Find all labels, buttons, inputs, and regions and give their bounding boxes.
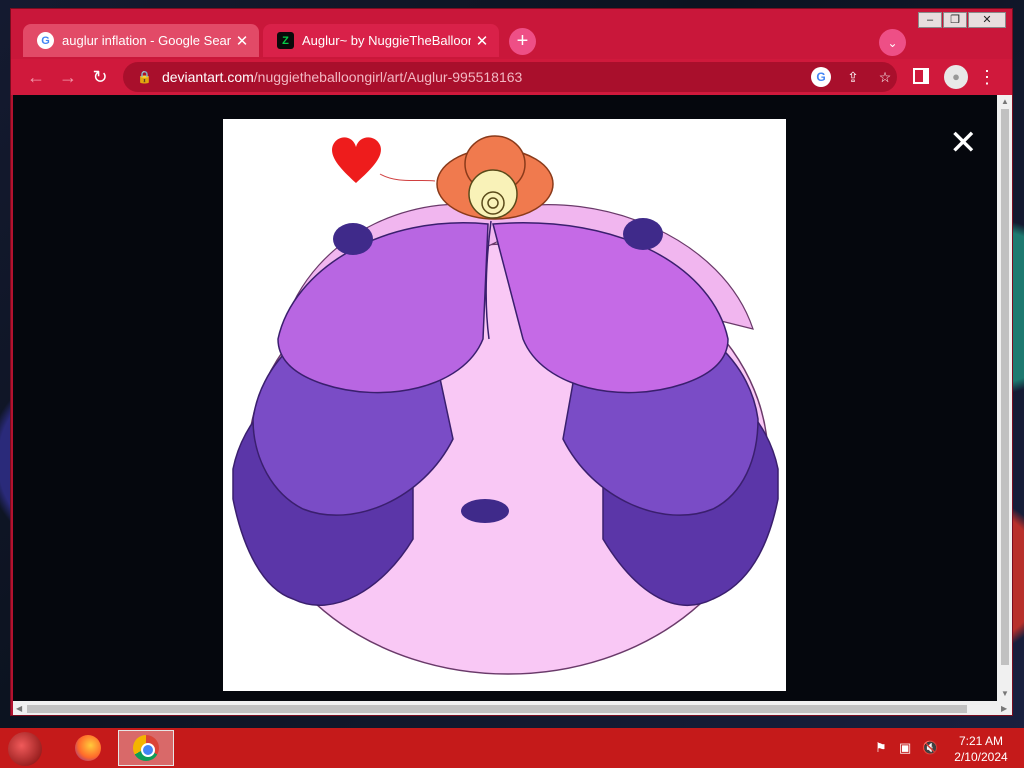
forward-button[interactable]: →	[55, 64, 81, 90]
firefox-taskbar-button[interactable]	[60, 730, 116, 766]
maximize-button[interactable]: ❐	[943, 12, 967, 28]
scroll-up-icon[interactable]: ▲	[1001, 97, 1009, 106]
browser-window: G auglur inflation - Google Search ✕ Z A…	[10, 8, 1013, 716]
horizontal-scroll-thumb[interactable]	[27, 705, 967, 713]
vertical-scroll-thumb[interactable]	[1001, 109, 1009, 665]
start-button[interactable]	[8, 732, 42, 766]
back-button[interactable]: ←	[23, 64, 49, 90]
url-path: /nuggietheballoongirl/art/Auglur-9955181…	[253, 69, 523, 85]
clock-time: 7:21 AM	[958, 734, 1004, 748]
close-window-button[interactable]: ✕	[968, 12, 1006, 28]
browser-toolbar: ← → ↻ 🔒 deviantart.com/nuggietheballoong…	[11, 59, 1012, 95]
chrome-icon	[133, 735, 159, 761]
taskbar-clock[interactable]: 7:21 AM 2/10/2024	[948, 733, 1014, 765]
clock-date: 2/10/2024	[954, 750, 1008, 764]
close-viewer-icon[interactable]: ✕	[949, 126, 978, 160]
browser-menu-icon[interactable]: ⋮	[977, 64, 997, 90]
tab-search-button[interactable]: ⌄	[879, 29, 906, 56]
google-icon: G	[37, 32, 54, 49]
deviantart-icon: Z	[277, 32, 294, 49]
scroll-down-icon[interactable]: ▼	[1001, 689, 1009, 698]
tab-deviantart[interactable]: Z Auglur~ by NuggieTheBalloonGi ✕	[263, 24, 499, 57]
tab-google-search[interactable]: G auglur inflation - Google Search ✕	[23, 24, 259, 57]
artwork-image	[223, 119, 786, 691]
vertical-scrollbar[interactable]: ▲ ▼	[997, 95, 1012, 701]
horizontal-scrollbar[interactable]: ◀ ▶	[13, 701, 1012, 715]
scroll-left-icon[interactable]: ◀	[16, 704, 22, 713]
tab-title: Auglur~ by NuggieTheBalloonGi	[302, 33, 471, 48]
action-center-flag-icon[interactable]: ⚑	[875, 740, 887, 756]
tab-strip: G auglur inflation - Google Search ✕ Z A…	[11, 9, 1012, 65]
minimize-button[interactable]: –	[918, 12, 942, 28]
network-icon[interactable]: ▣	[899, 740, 911, 756]
tab-title: auglur inflation - Google Search	[62, 33, 231, 48]
address-bar[interactable]: 🔒 deviantart.com/nuggietheballoongirl/ar…	[123, 62, 897, 92]
volume-muted-icon[interactable]: 🔇	[922, 740, 938, 756]
image-viewer: ✕	[13, 95, 997, 701]
side-panel-icon[interactable]	[913, 68, 929, 84]
auglur-illustration	[232, 135, 779, 675]
new-tab-button[interactable]: +	[509, 28, 536, 55]
profile-avatar[interactable]: ●	[944, 65, 968, 89]
taskbar: ⚑ ▣ 🔇 7:21 AM 2/10/2024	[0, 728, 1024, 768]
firefox-icon	[75, 735, 101, 761]
scroll-right-icon[interactable]: ▶	[1001, 704, 1007, 713]
reload-button[interactable]: ↻	[87, 64, 113, 90]
lock-icon[interactable]: 🔒	[137, 70, 152, 84]
tab-close-icon[interactable]: ✕	[231, 32, 253, 50]
google-lens-icon[interactable]: G	[811, 67, 831, 87]
bookmark-star-icon[interactable]: ☆	[875, 67, 895, 87]
tab-close-icon[interactable]: ✕	[471, 32, 493, 50]
share-icon[interactable]: ⇪	[843, 67, 863, 87]
chrome-taskbar-button[interactable]	[118, 730, 174, 766]
url-host: deviantart.com	[161, 69, 254, 85]
